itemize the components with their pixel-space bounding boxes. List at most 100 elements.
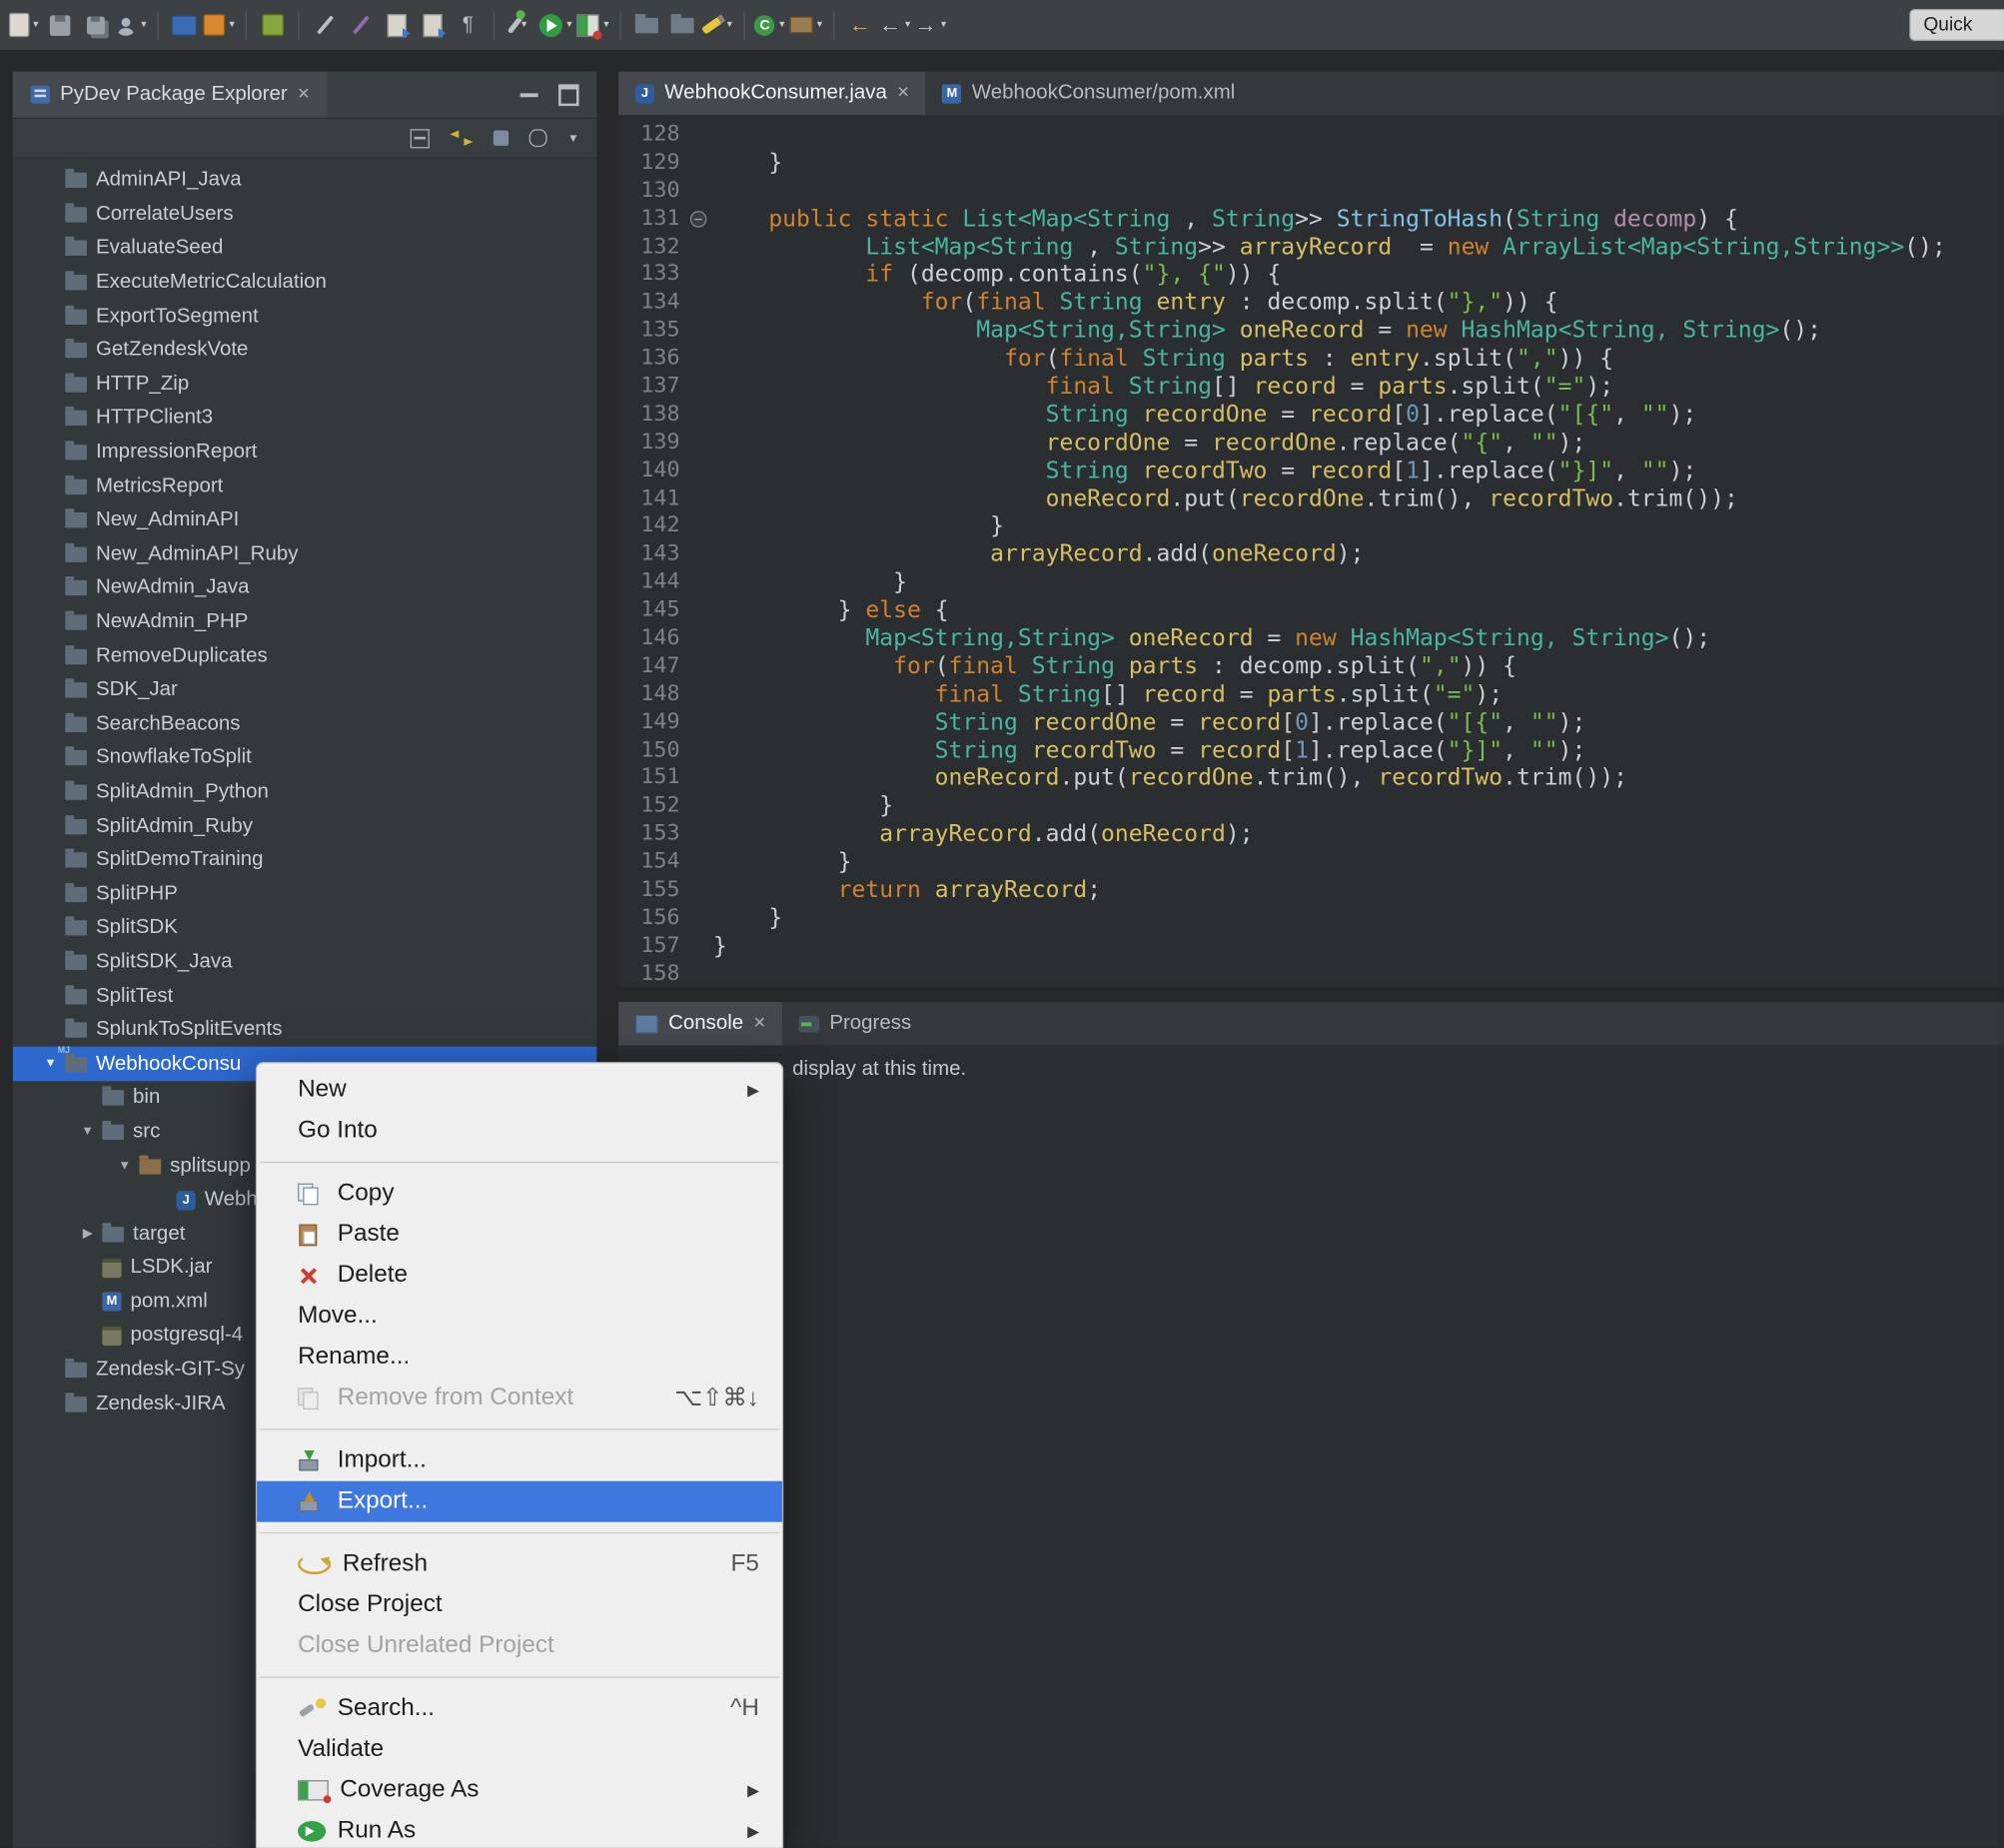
tab-console[interactable]: Console ×	[618, 1002, 782, 1045]
link-file-icon	[387, 13, 406, 36]
tree-item-label: src	[133, 1121, 160, 1144]
menu-item-move[interactable]: Move...	[257, 1296, 782, 1337]
view-menu-icon[interactable]: ▼	[567, 132, 578, 145]
menu-item-run-as[interactable]: Run As▶	[257, 1811, 782, 1848]
minimize-icon[interactable]	[520, 93, 538, 97]
forward-button[interactable]: →▼	[915, 7, 948, 43]
tree-item-new-adminapi[interactable]: New_AdminAPI	[13, 503, 597, 537]
code-token: ""	[1641, 458, 1669, 484]
menu-item-go-into[interactable]: Go Into	[257, 1111, 782, 1152]
tree-item-splitadmin-ruby[interactable]: SplitAdmin_Ruby	[13, 809, 597, 843]
java-package-button[interactable]: ▼	[203, 7, 236, 43]
back-button[interactable]: ←▼	[879, 7, 912, 43]
new-package-button[interactable]: ▼	[789, 7, 823, 43]
user-profile-button[interactable]: ▼	[115, 7, 148, 43]
tree-item-newadmin-php[interactable]: NewAdmin_PHP	[13, 605, 597, 639]
code-token: [	[1281, 709, 1295, 736]
menu-item-close-project[interactable]: Close Project	[257, 1584, 782, 1625]
tree-item-snowflaketosplit[interactable]: SnowflakeToSplit	[13, 741, 597, 775]
code-line: 157}	[618, 933, 2004, 961]
tree-item-adminapi-java[interactable]: AdminAPI_Java	[13, 164, 597, 198]
tree-item-splitdemotraining[interactable]: SplitDemoTraining	[13, 843, 597, 877]
highlighter-button[interactable]: ▼	[701, 7, 734, 43]
menu-item-paste[interactable]: Paste	[257, 1214, 782, 1255]
show-whitespace-button[interactable]: ¶	[452, 7, 485, 43]
save-all-button[interactable]	[79, 7, 112, 43]
tree-item-impressionreport[interactable]: ImpressionReport	[13, 436, 597, 469]
quick-access-input[interactable]: Quick	[1909, 9, 2004, 41]
maximize-icon[interactable]	[558, 84, 578, 106]
annotate-button[interactable]	[344, 7, 377, 43]
menu-item-refresh[interactable]: RefreshF5	[257, 1543, 782, 1584]
compare-file-button[interactable]	[416, 7, 449, 43]
sketch-button[interactable]	[308, 7, 341, 43]
tree-item-splitphp[interactable]: SplitPHP	[13, 877, 597, 911]
submenu-arrow-icon: ▶	[747, 1081, 759, 1099]
tab-webhookconsumer-pom-xml[interactable]: M WebhookConsumer/pom.xml	[926, 72, 1252, 115]
tree-item-correlateusers[interactable]: CorrelateUsers	[13, 198, 597, 232]
code-editor[interactable]: 128129 }130131− public static List<Map<S…	[618, 115, 2004, 986]
code-token: ].replace(	[1309, 737, 1448, 764]
close-icon[interactable]: ×	[753, 1013, 765, 1033]
last-edit-location-button[interactable]: ←	[843, 7, 876, 43]
tree-item-removeduplicates[interactable]: RemoveDuplicates	[13, 639, 597, 673]
tab-progress[interactable]: Progress	[782, 1002, 928, 1045]
menu-item-new[interactable]: New ▶	[257, 1070, 782, 1111]
tree-item-http-zip[interactable]: HTTP_Zip	[13, 368, 597, 402]
close-icon[interactable]: ×	[298, 84, 310, 104]
open-console-button[interactable]	[168, 7, 201, 43]
link-file-button[interactable]	[380, 7, 413, 43]
import-folder-button[interactable]	[665, 7, 698, 43]
new-button[interactable]: ▼	[8, 7, 41, 43]
menu-item-coverage-as[interactable]: Coverage As▶	[257, 1770, 782, 1811]
fold-marker[interactable]: −	[685, 206, 713, 234]
tree-item-exporttosegment[interactable]: ExportToSegment	[13, 300, 597, 334]
menu-item-delete[interactable]: Delete	[257, 1255, 782, 1296]
focus-task-icon[interactable]	[529, 129, 547, 147]
save-button[interactable]	[43, 7, 76, 43]
collapse-arrow-icon[interactable]: ▼	[41, 1057, 60, 1071]
tree-item-newadmin-java[interactable]: NewAdmin_Java	[13, 571, 597, 605]
tree-item-splitsdk-java[interactable]: SplitSDK_Java	[13, 945, 597, 979]
tree-item-splunktosplitevents[interactable]: SplunkToSplitEvents	[13, 1013, 597, 1047]
collapse-arrow-icon[interactable]: ▼	[115, 1159, 134, 1173]
tree-item-splittest[interactable]: SplitTest	[13, 979, 597, 1013]
tree-item-getzendeskvote[interactable]: GetZendeskVote	[13, 334, 597, 368]
folder-icon	[65, 853, 87, 868]
menu-item-search[interactable]: Search...^H	[257, 1688, 782, 1729]
expand-arrow-icon[interactable]: ▶	[78, 1227, 97, 1241]
collapse-arrow-icon[interactable]: ▼	[78, 1125, 97, 1139]
new-module-button[interactable]	[256, 7, 289, 43]
tab-webhookconsumer-java[interactable]: J WebhookConsumer.java ×	[618, 72, 926, 115]
tree-item-httpclient3[interactable]: HTTPClient3	[13, 402, 597, 436]
collapse-all-icon[interactable]	[411, 129, 430, 148]
new-class-button[interactable]: C▼	[754, 7, 787, 43]
fold-gutter	[685, 905, 713, 933]
tree-item-splitsdk[interactable]: SplitSDK	[13, 911, 597, 945]
code-token: arrayRecord	[990, 541, 1143, 568]
tree-item-evaluateseed[interactable]: EvaluateSeed	[13, 232, 597, 266]
menu-item-export[interactable]: Export...	[257, 1481, 782, 1522]
link-with-editor-icon[interactable]	[450, 130, 473, 145]
menu-item-rename[interactable]: Rename...	[257, 1337, 782, 1378]
tree-item-executemetriccalculation[interactable]: ExecuteMetricCalculation	[13, 266, 597, 300]
tree-item-searchbeacons[interactable]: SearchBeacons	[13, 707, 597, 741]
package-presentation-icon[interactable]	[494, 130, 508, 145]
tree-item-sdk-jar[interactable]: SDK_Jar	[13, 673, 597, 707]
menu-item-import[interactable]: Import...	[257, 1440, 782, 1481]
tree-item-metricsreport[interactable]: MetricsReport	[13, 469, 597, 503]
debug-button[interactable]: ▼	[503, 7, 536, 43]
tab-pydev-package-explorer[interactable]: PyDev Package Explorer ×	[13, 72, 328, 118]
tree-item-splitadmin-python[interactable]: SplitAdmin_Python	[13, 775, 597, 809]
menu-item-validate[interactable]: Validate	[257, 1729, 782, 1770]
line-number: 132	[618, 234, 685, 262]
run-button[interactable]: ▼	[539, 7, 573, 43]
tree-item-new-adminapi-ruby[interactable]: New_AdminAPI_Ruby	[13, 537, 597, 571]
console-panel: display at this time.	[618, 1045, 2004, 1847]
menu-item-copy[interactable]: Copy	[257, 1173, 782, 1214]
coverage-button[interactable]: ▼	[576, 7, 610, 43]
open-folder-button[interactable]	[630, 7, 663, 43]
menu-item-label: Validate	[298, 1735, 384, 1763]
menu-item-label: New	[298, 1076, 347, 1104]
close-icon[interactable]: ×	[897, 83, 909, 103]
